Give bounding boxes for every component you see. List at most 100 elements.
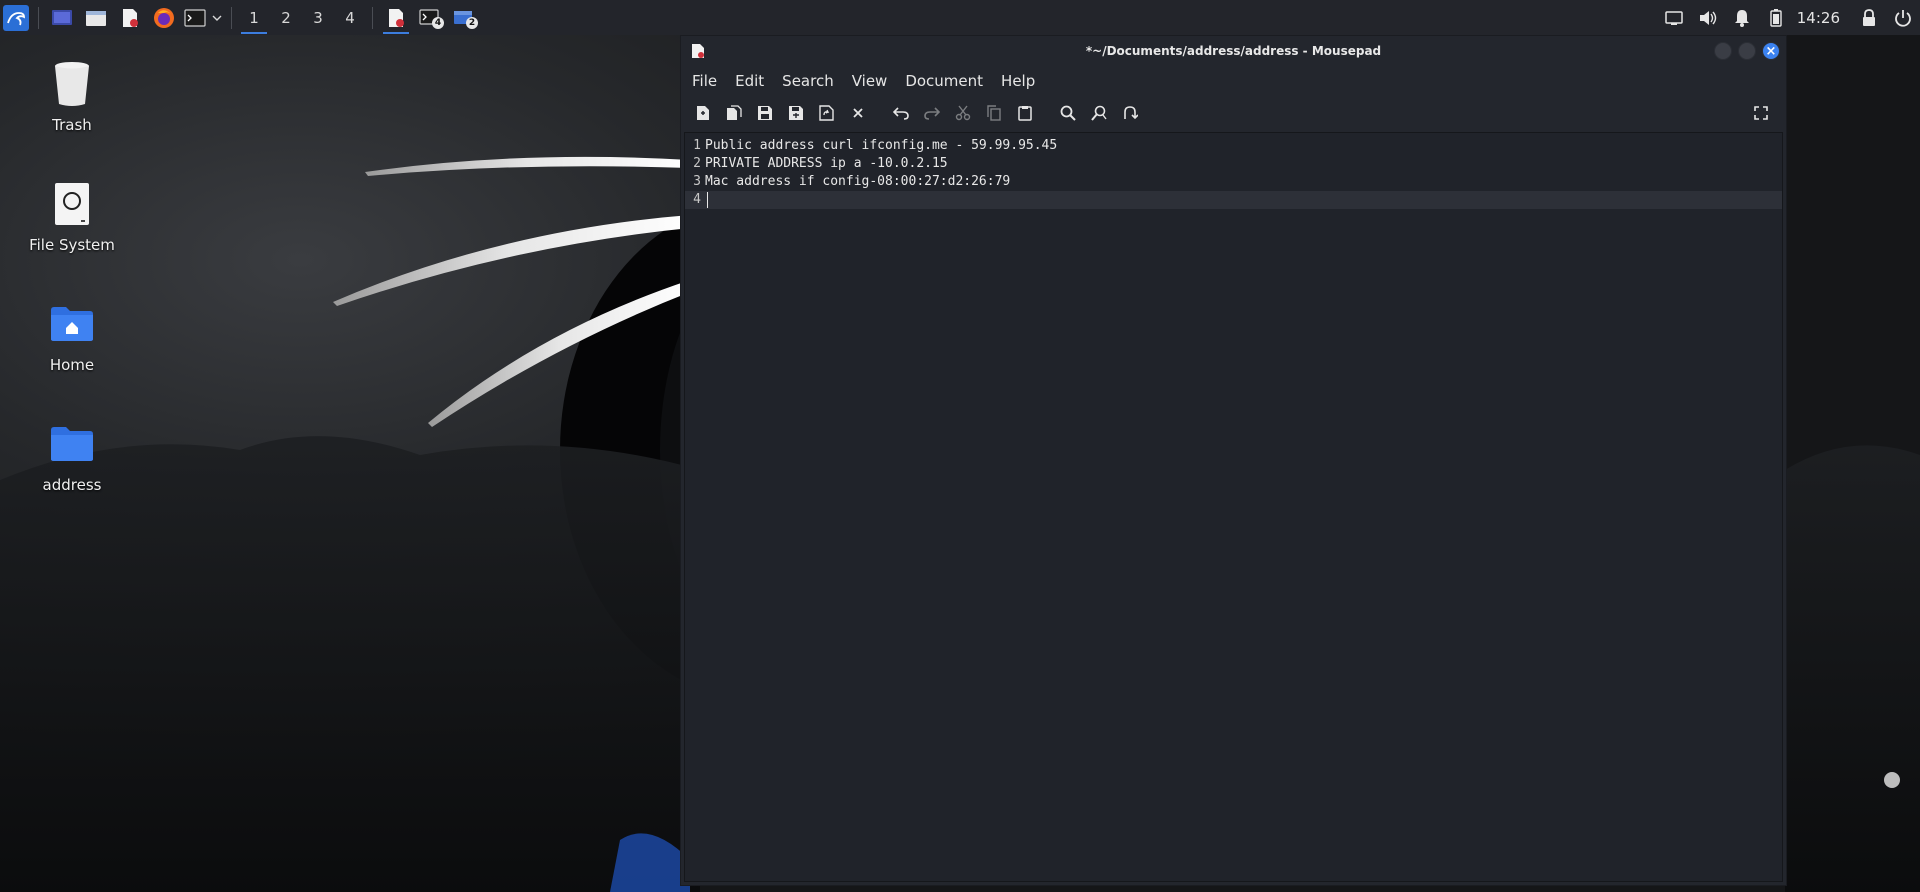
maximize-button[interactable]	[1738, 42, 1756, 60]
save-icon	[757, 106, 772, 120]
copy-icon	[986, 105, 1001, 121]
taskbar-mousepad[interactable]	[379, 0, 413, 35]
close-document-button[interactable]	[842, 98, 873, 128]
new-document-icon	[696, 106, 709, 120]
line-number: 3	[693, 174, 701, 189]
volume-button[interactable]	[1691, 0, 1725, 35]
desktop-icon-label: address	[42, 476, 102, 494]
line-number: 4	[693, 192, 701, 207]
drive-icon	[46, 178, 98, 230]
text-editor-icon	[123, 8, 138, 27]
save-as-button[interactable]	[780, 98, 811, 128]
home-folder-icon	[46, 298, 98, 350]
copy-button[interactable]	[978, 98, 1009, 128]
find-replace-button[interactable]	[1083, 98, 1114, 128]
line-text: Mac address if config-08:00:27:d2:26:79	[705, 174, 1011, 189]
editor-line: 2 PRIVATE ADDRESS ip a -10.0.2.15	[685, 155, 1782, 173]
fullscreen-icon	[1753, 106, 1768, 120]
close-doc-icon	[852, 108, 863, 118]
text-editor-launcher[interactable]	[113, 0, 147, 35]
desktop-icon-trash[interactable]: Trash	[12, 58, 132, 134]
menu-edit[interactable]: Edit	[726, 72, 773, 90]
trash-icon	[46, 58, 98, 110]
new-window-button[interactable]	[718, 98, 749, 128]
clock[interactable]: 14:26	[1793, 9, 1852, 27]
save-as-icon	[788, 106, 803, 120]
panel-separator	[372, 6, 373, 29]
top-panel: 1 2 3 4 4 2 14:26	[0, 0, 1920, 35]
panel-separator	[231, 6, 232, 29]
cut-icon	[955, 105, 970, 121]
task-count-badge: 2	[466, 17, 478, 29]
close-button[interactable]: ×	[1762, 42, 1780, 60]
paste-icon	[1017, 106, 1032, 121]
system-tray: 14:26	[1657, 0, 1920, 35]
taskbar-file-manager[interactable]: 2	[447, 0, 481, 35]
desktop-icon-home[interactable]: Home	[12, 298, 132, 374]
find-button[interactable]	[1052, 98, 1083, 128]
battery-button[interactable]	[1759, 0, 1793, 35]
redo-icon	[923, 107, 940, 120]
file-manager-launcher[interactable]	[79, 0, 113, 35]
undo-icon	[892, 107, 909, 120]
workspace-2[interactable]: 2	[270, 0, 302, 35]
desktop-icon-address[interactable]: address	[12, 418, 132, 494]
menu-help[interactable]: Help	[992, 72, 1044, 90]
menu-search[interactable]: Search	[773, 72, 843, 90]
reload-icon	[818, 105, 834, 121]
show-desktop-button[interactable]	[45, 0, 79, 35]
panel-separator	[38, 6, 39, 29]
minimize-button[interactable]	[1714, 42, 1732, 60]
task-count-badge: 4	[432, 17, 444, 29]
text-cursor	[707, 192, 708, 208]
text-editor-area[interactable]: 1 Public address curl ifconfig.me - 59.9…	[684, 132, 1783, 882]
firefox-icon	[154, 7, 174, 28]
display-button[interactable]	[1657, 0, 1691, 35]
notifications-button[interactable]	[1725, 0, 1759, 35]
redo-button[interactable]	[916, 98, 947, 128]
logout-button[interactable]	[1886, 0, 1920, 35]
new-document-button[interactable]	[687, 98, 718, 128]
replace-icon	[1090, 105, 1107, 121]
lock-screen-button[interactable]	[1852, 0, 1886, 35]
taskbar-terminals[interactable]: 4	[413, 0, 447, 35]
fullscreen-button[interactable]	[1745, 98, 1776, 128]
terminal-dropdown-button[interactable]	[209, 0, 225, 35]
menu-file[interactable]: File	[683, 72, 726, 90]
workspace-4[interactable]: 4	[334, 0, 366, 35]
toolbar	[681, 96, 1786, 130]
window-titlebar[interactable]: *~/Documents/address/address - Mousepad …	[681, 36, 1786, 66]
cut-button[interactable]	[947, 98, 978, 128]
applications-menu-button[interactable]	[0, 2, 32, 34]
reload-button[interactable]	[811, 98, 842, 128]
chevron-down-icon	[212, 15, 222, 21]
kali-logo-icon	[3, 4, 29, 31]
line-text: Public address curl ifconfig.me - 59.99.…	[705, 138, 1058, 153]
line-text: PRIVATE ADDRESS ip a -10.0.2.15	[705, 156, 948, 171]
power-icon	[1895, 9, 1911, 27]
goto-line-button[interactable]	[1114, 98, 1145, 128]
paste-button[interactable]	[1009, 98, 1040, 128]
editor-line-current: 4	[685, 191, 1782, 209]
bell-icon	[1734, 9, 1749, 27]
line-number: 2	[693, 156, 701, 171]
menu-view[interactable]: View	[843, 72, 897, 90]
workspace-1[interactable]: 1	[238, 0, 270, 35]
display-icon	[1665, 10, 1683, 25]
firefox-launcher[interactable]	[147, 0, 181, 35]
goto-icon	[1123, 106, 1138, 120]
workspace-3[interactable]: 3	[302, 0, 334, 35]
volume-icon	[1699, 10, 1716, 25]
menubar: File Edit Search View Document Help	[681, 66, 1786, 96]
terminal-launcher[interactable]	[181, 0, 209, 35]
undo-button[interactable]	[885, 98, 916, 128]
line-text	[703, 191, 705, 209]
save-button[interactable]	[749, 98, 780, 128]
new-window-icon	[726, 105, 742, 120]
desktop-icon-file-system[interactable]: File System	[12, 178, 132, 254]
terminal-icon	[184, 8, 206, 27]
text-editor-icon	[389, 8, 404, 27]
line-number: 1	[693, 138, 701, 153]
folder-icon	[46, 418, 98, 470]
menu-document[interactable]: Document	[896, 72, 992, 90]
